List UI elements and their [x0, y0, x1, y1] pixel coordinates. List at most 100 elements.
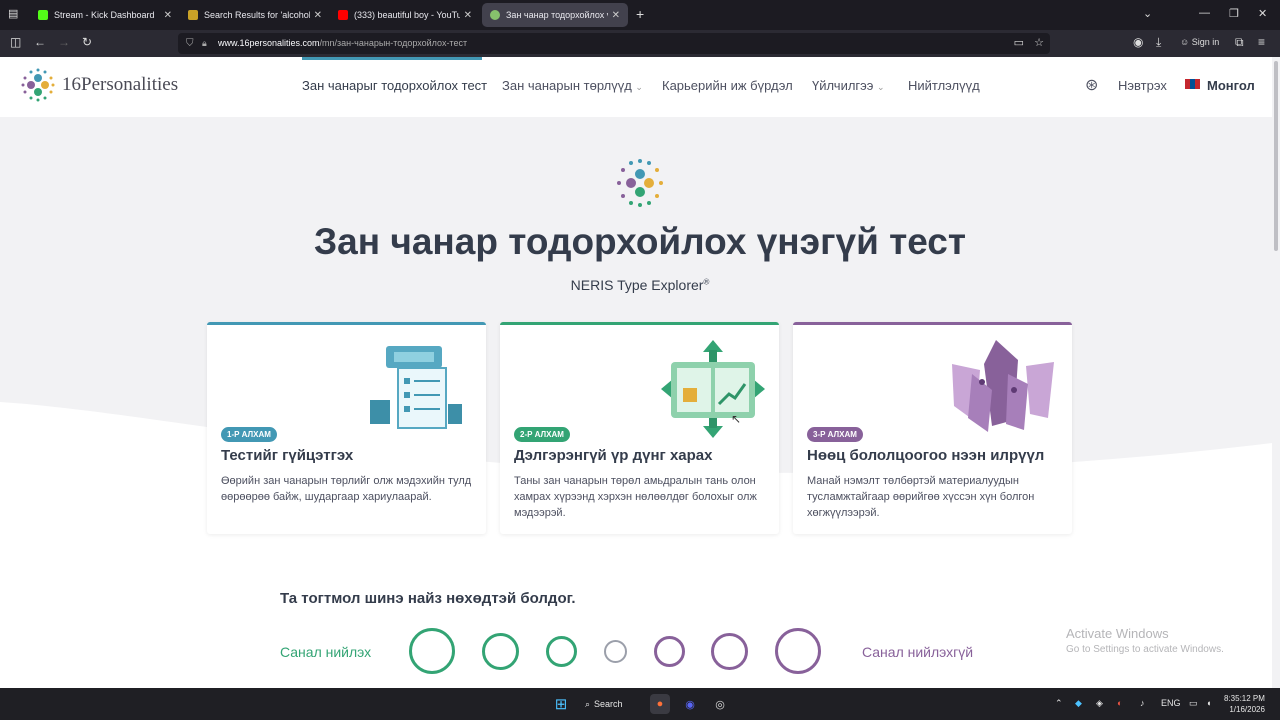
- login-link[interactable]: Нэвтрэх: [1118, 78, 1167, 93]
- answer-option-strongly-agree[interactable]: [409, 628, 455, 674]
- windows-activation-watermark: Activate Windows Go to Settings to activ…: [1066, 626, 1224, 655]
- step-badge: 2-Р АЛХАМ: [514, 427, 570, 442]
- answer-option-agree[interactable]: [482, 633, 519, 670]
- accessibility-icon[interactable]: ⊛: [1085, 75, 1098, 95]
- nav-career[interactable]: Карьерийн иж бүрдэл: [662, 78, 793, 93]
- browser-tab-bar: ▤ Stream - Kick Dashboard ✕ Search Resul…: [0, 0, 1280, 30]
- disagree-label: Санал нийлэхгүй: [862, 644, 974, 660]
- sign-in-button[interactable]: ☺ Sign in: [1180, 37, 1219, 47]
- microphone-icon[interactable]: ♪: [1140, 698, 1145, 708]
- page-title: Зан чанар тодорхойлох үнэгүй тест: [313, 221, 967, 262]
- maximize-button[interactable]: ❐: [1229, 7, 1239, 20]
- page-content: 16Personalities Зан чанарыг тодорхойлох …: [0, 57, 1280, 688]
- step-card-3: 3-Р АЛХАМ Нөөц бололцоогоо нээн илрүүл М…: [793, 322, 1072, 534]
- steam-icon[interactable]: ◈: [1096, 698, 1103, 709]
- tracking-shield-icon[interactable]: ⛉: [186, 33, 194, 54]
- firefox-icon[interactable]: ●: [650, 694, 670, 714]
- sidebar-toggle-icon[interactable]: ◫: [10, 35, 21, 49]
- agree-label: Санал нийлэх: [280, 644, 372, 660]
- reload-button[interactable]: ↻: [82, 35, 92, 49]
- site-logo[interactable]: 16Personalities: [20, 67, 178, 103]
- answer-option-disagree[interactable]: [711, 633, 748, 670]
- crystals-illustration-icon: [952, 340, 1054, 432]
- close-tab-icon[interactable]: ✕: [464, 10, 472, 21]
- language-selector[interactable]: Монгол: [1207, 78, 1255, 93]
- card-accent-bar: [207, 322, 486, 325]
- tray-app-icon[interactable]: ◐: [1117, 698, 1122, 708]
- back-button[interactable]: ←: [34, 35, 46, 49]
- url-bar[interactable]: ⛉ 🔒︎ www.16personalities.com/mn/зан-чана…: [178, 33, 1050, 54]
- close-window-button[interactable]: ✕: [1258, 7, 1267, 20]
- screenshot-icon[interactable]: ◉: [1133, 35, 1143, 49]
- card-title: Тестийг гүйцэтгэх: [221, 447, 354, 464]
- nav-personality-test[interactable]: Зан чанарыг тодорхойлох тест: [302, 78, 487, 93]
- card-title: Дэлгэрэнгүй үр дүнг харах: [514, 447, 713, 464]
- close-tab-icon[interactable]: ✕: [164, 10, 172, 21]
- hero-logo-icon: [617, 159, 663, 207]
- taskbar-search[interactable]: ⌕ Search: [585, 694, 643, 714]
- results-book-illustration-icon: [661, 340, 765, 438]
- step-card-2: 2-Р АЛХАМ Дэлгэрэнгүй үр дүнг харах Таны…: [500, 322, 779, 534]
- answer-option-slightly-agree[interactable]: [546, 636, 577, 667]
- tab-youtube[interactable]: (333) beautiful boy - YouTube ✕: [330, 3, 480, 27]
- scrollbar-thumb[interactable]: [1274, 61, 1278, 251]
- volume-icon[interactable]: ◖: [1206, 698, 1211, 708]
- app-menu-icon[interactable]: ≡: [1258, 35, 1265, 49]
- discord-icon[interactable]: ◉: [680, 694, 700, 714]
- downloads-icon[interactable]: ⤓: [1156, 35, 1161, 50]
- answer-option-slightly-disagree[interactable]: [654, 636, 685, 667]
- answer-option-strongly-disagree[interactable]: [775, 628, 821, 674]
- test-question: Та тогтмол шинэ найз нөхөдтэй болдог.: [280, 590, 576, 607]
- active-nav-underline: [302, 57, 482, 60]
- input-language[interactable]: ENG: [1161, 698, 1181, 708]
- card-accent-bar: [793, 322, 1072, 325]
- reader-mode-icon[interactable]: ▭: [1014, 33, 1024, 54]
- 16personalities-favicon-icon: [490, 10, 500, 20]
- site-header: 16Personalities Зан чанарыг тодорхойлох …: [0, 57, 1280, 117]
- extensions-icon[interactable]: ⧉: [1235, 35, 1244, 50]
- browser-nav-bar: ◫ ← → ↻ ⛉ 🔒︎ www.16personalities.com/mn/…: [0, 30, 1280, 57]
- mongolia-flag-icon: [1185, 79, 1200, 89]
- nav-personality-types[interactable]: Зан чанарын төрлүүд ⌄: [502, 78, 643, 93]
- tab-search-results[interactable]: Search Results for 'alcohol' - Tie ✕: [180, 3, 330, 27]
- tray-overflow-chevron-icon[interactable]: ⌃: [1055, 698, 1063, 709]
- search-icon: ⌕: [585, 698, 591, 709]
- card-description: Манай нэмэлт төлбөртэй материалуудын тус…: [807, 475, 1035, 519]
- close-tab-icon[interactable]: ✕: [612, 10, 620, 21]
- minimize-button[interactable]: —: [1199, 7, 1210, 19]
- site-favicon-icon: [188, 10, 198, 20]
- windows-taskbar: ⊞ ⌕ Search ● ◉ ◎ ⌃ ◆ ◈ ◐ ♪ ENG ▭ ◖ 8:35:1…: [0, 688, 1280, 720]
- tab-kick[interactable]: Stream - Kick Dashboard ✕: [30, 3, 180, 27]
- page-scrollbar[interactable]: [1272, 57, 1280, 688]
- close-tab-icon[interactable]: ✕: [314, 10, 322, 21]
- nav-services[interactable]: Үйлчилгээ ⌄: [812, 78, 885, 93]
- step-badge: 1-Р АЛХАМ: [221, 427, 277, 442]
- youtube-icon: [338, 10, 348, 20]
- card-description: Өөрийн зан чанарын төрлийг олж мэдэхийн …: [221, 475, 472, 503]
- step-badge: 3-Р АЛХАМ: [807, 427, 863, 442]
- kick-icon: [38, 10, 48, 20]
- chevron-down-icon: ⌄: [877, 82, 885, 92]
- forward-button[interactable]: →: [58, 35, 70, 49]
- card-title: Нөөц бололцоогоо нээн илрүүл: [807, 447, 1045, 464]
- taskbar-clock[interactable]: 8:35:12 PM 1/16/2026: [1224, 693, 1265, 715]
- tray-app-icon[interactable]: ◆: [1075, 698, 1082, 709]
- tab-overview-icon[interactable]: ▤: [8, 7, 18, 20]
- card-accent-bar: [500, 322, 779, 325]
- mouse-cursor-icon: ↖: [731, 412, 742, 426]
- tab-list-chevron-icon[interactable]: ⌄: [1143, 7, 1152, 20]
- nav-articles[interactable]: Нийтлэлүүд: [908, 78, 980, 93]
- new-tab-button[interactable]: +: [636, 6, 644, 22]
- network-icon[interactable]: ▭: [1189, 698, 1198, 709]
- tab-16personalities[interactable]: Зан чанар тодорхойлох үнэгү ✕: [482, 3, 628, 27]
- page-subtitle: NERIS Type Explorer®: [570, 277, 710, 293]
- app-icon[interactable]: ◎: [710, 694, 730, 714]
- step-card-1: 1-Р АЛХАМ Тестийг гүйцэтгэх Өөрийн зан ч…: [207, 322, 486, 534]
- logo-dots-icon: [21, 68, 55, 102]
- windows-start-icon[interactable]: ⊞: [551, 694, 571, 714]
- chevron-down-icon: ⌄: [635, 82, 643, 92]
- lock-icon[interactable]: 🔒︎: [202, 33, 207, 54]
- test-form-illustration-icon: [370, 346, 462, 429]
- bookmark-star-icon[interactable]: ☆: [1034, 33, 1044, 54]
- answer-option-neutral[interactable]: [604, 640, 627, 663]
